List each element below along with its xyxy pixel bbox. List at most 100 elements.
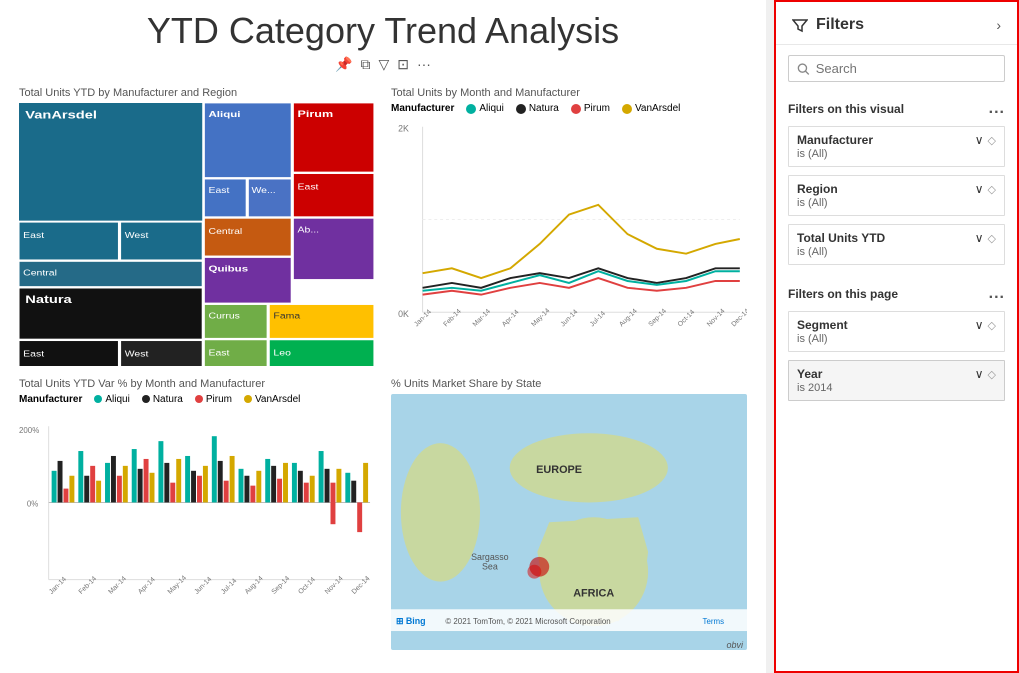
page-filter-section-label: Filters on this page ...	[776, 277, 1017, 307]
svg-text:Mar-14: Mar-14	[472, 308, 492, 328]
filter-icon[interactable]: ▽	[378, 56, 389, 73]
svg-text:West: West	[125, 350, 149, 358]
treemap-svg[interactable]: VanArsdel East West Central Natura East …	[19, 103, 375, 366]
svg-text:Terms: Terms	[703, 617, 725, 626]
visual-filter-section-label: Filters on this visual ...	[776, 92, 1017, 122]
svg-text:Oct-14: Oct-14	[297, 576, 317, 596]
toolbar: 📌 ⧉ ▽ ⊡ ···	[15, 56, 751, 73]
svg-text:Sea: Sea	[482, 561, 498, 571]
bar-legend-vanarsdel: VanArsdel	[244, 394, 300, 405]
legend-natura: Natura	[516, 103, 559, 114]
region-value: is (All)	[797, 197, 996, 209]
svg-text:Dec-14: Dec-14	[351, 575, 372, 596]
page-title: YTD Category Trend Analysis	[15, 10, 751, 52]
treemap-chart: Total Units YTD by Manufacturer and Regi…	[15, 83, 379, 366]
region-clear[interactable]: ◇	[988, 183, 996, 196]
search-icon	[797, 62, 810, 76]
pin-icon[interactable]: 📌	[335, 56, 352, 73]
bar-chart-title: Total Units YTD Var % by Month and Manuf…	[19, 378, 375, 390]
filter-icon	[792, 17, 808, 33]
map-obvi: obvi	[726, 640, 743, 650]
svg-text:Aliqui: Aliqui	[209, 110, 241, 119]
legend-pirum: Pirum	[571, 103, 610, 114]
svg-text:May-14: May-14	[167, 574, 188, 595]
segment-value: is (All)	[797, 333, 996, 345]
search-box[interactable]	[788, 55, 1005, 82]
svg-text:Fama: Fama	[273, 312, 301, 320]
svg-text:Ab...: Ab...	[298, 226, 320, 234]
year-clear[interactable]: ◇	[988, 368, 996, 381]
svg-text:West: West	[125, 231, 149, 239]
scrollbar[interactable]	[766, 0, 774, 673]
line-legend: Manufacturer Aliqui Natura Pirum VanArsd…	[391, 103, 747, 114]
copy-icon[interactable]: ⧉	[360, 56, 370, 73]
bar-chart: Total Units YTD Var % by Month and Manuf…	[15, 374, 379, 657]
svg-text:Natura: Natura	[25, 293, 72, 306]
charts-grid: Total Units YTD by Manufacturer and Regi…	[15, 83, 751, 656]
year-chevron[interactable]: ∨	[975, 367, 984, 381]
bar-legend-pirum: Pirum	[195, 394, 232, 405]
total-units-value: is (All)	[797, 246, 996, 258]
svg-text:Mar-14: Mar-14	[107, 575, 128, 596]
segment-clear[interactable]: ◇	[988, 319, 996, 332]
svg-text:Jul-14: Jul-14	[589, 310, 607, 328]
bar-legend: Manufacturer Aliqui Natura Pirum VanArsd…	[19, 394, 375, 405]
svg-text:Leo: Leo	[273, 349, 290, 357]
svg-text:Dec-14: Dec-14	[730, 308, 747, 329]
expand-icon[interactable]: ⊡	[397, 56, 409, 73]
line-chart: Total Units by Month and Manufacturer Ma…	[387, 83, 751, 366]
manufacturer-chevron[interactable]: ∨	[975, 133, 984, 147]
svg-text:Sep-14: Sep-14	[271, 575, 292, 596]
filter-region[interactable]: Region ∨ ◇ is (All)	[788, 175, 1005, 216]
bar-svg: 200% 0%	[19, 408, 375, 633]
svg-text:Apr-14: Apr-14	[501, 309, 521, 329]
segment-chevron[interactable]: ∨	[975, 318, 984, 332]
svg-text:Currus: Currus	[209, 312, 241, 320]
visual-filter-dots[interactable]: ...	[989, 100, 1005, 118]
line-svg: 2K 0K Jan-14 Feb-14 Mar-14 Apr-14 May-14…	[391, 117, 747, 342]
filter-segment[interactable]: Segment ∨ ◇ is (All)	[788, 311, 1005, 352]
filters-panel: Filters › Filters on this visual ... Man…	[774, 0, 1019, 673]
svg-text:Central: Central	[209, 227, 243, 235]
svg-text:Oct-14: Oct-14	[677, 309, 697, 329]
total-units-clear[interactable]: ◇	[988, 232, 996, 245]
svg-text:Central: Central	[23, 269, 57, 277]
svg-text:EUROPE: EUROPE	[536, 463, 582, 475]
region-chevron[interactable]: ∨	[975, 182, 984, 196]
search-input[interactable]	[816, 61, 996, 76]
bar-legend-natura: Natura	[142, 394, 183, 405]
svg-text:East: East	[209, 186, 230, 194]
svg-text:Jul-14: Jul-14	[220, 577, 238, 595]
bar-legend-manufacturer-label: Manufacturer	[19, 394, 82, 405]
svg-text:⊞ Bing: ⊞ Bing	[396, 616, 426, 626]
svg-text:Nov-14: Nov-14	[324, 575, 345, 596]
svg-text:Feb-14: Feb-14	[442, 308, 462, 328]
map-area: EUROPE Sargasso Sea AFRICA ⊞ Bing © 2021…	[391, 394, 747, 651]
svg-text:Nov-14: Nov-14	[706, 308, 727, 329]
bar-legend-aliqui: Aliqui	[94, 394, 129, 405]
legend-aliqui: Aliqui	[466, 103, 503, 114]
svg-text:200%: 200%	[19, 426, 39, 435]
page-filter-dots[interactable]: ...	[989, 285, 1005, 303]
filter-total-units-ytd[interactable]: Total Units YTD ∨ ◇ is (All)	[788, 224, 1005, 265]
svg-text:Sargasso: Sargasso	[471, 551, 509, 561]
treemap-title: Total Units YTD by Manufacturer and Regi…	[19, 87, 375, 99]
filters-collapse-button[interactable]: ›	[996, 17, 1001, 33]
more-icon[interactable]: ···	[417, 56, 431, 73]
filter-manufacturer[interactable]: Manufacturer ∨ ◇ is (All)	[788, 126, 1005, 167]
svg-text:We...: We...	[251, 186, 275, 194]
svg-text:Jun-14: Jun-14	[193, 575, 213, 595]
svg-text:© 2021 TomTom, © 2021 Microsof: © 2021 TomTom, © 2021 Microsoft Corporat…	[445, 617, 610, 626]
filter-year[interactable]: Year ∨ ◇ is 2014	[788, 360, 1005, 401]
manufacturer-value: is (All)	[797, 148, 996, 160]
svg-text:2K: 2K	[398, 124, 409, 134]
total-units-chevron[interactable]: ∨	[975, 231, 984, 245]
line-chart-title: Total Units by Month and Manufacturer	[391, 87, 747, 99]
map-title: % Units Market Share by State	[391, 378, 747, 390]
svg-text:0%: 0%	[27, 499, 38, 508]
svg-text:Sep-14: Sep-14	[647, 308, 668, 329]
svg-text:May-14: May-14	[530, 307, 551, 328]
svg-text:East: East	[23, 231, 44, 239]
legend-manufacturer-label: Manufacturer	[391, 103, 454, 114]
manufacturer-clear[interactable]: ◇	[988, 134, 996, 147]
